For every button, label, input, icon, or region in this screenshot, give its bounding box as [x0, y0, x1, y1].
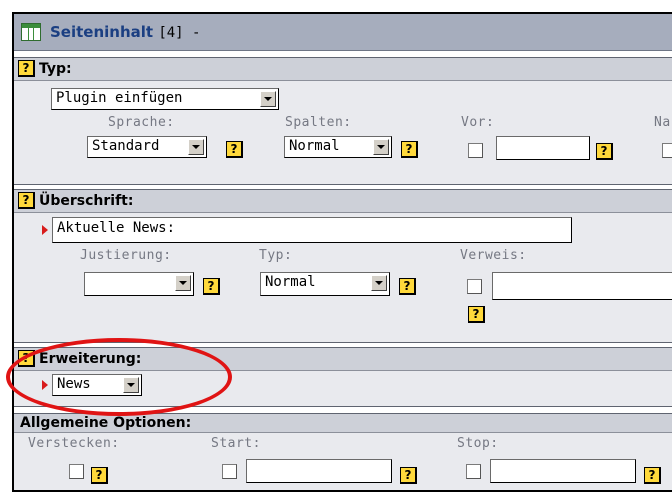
- verstecken-checkbox[interactable]: [69, 464, 84, 479]
- spalten-select[interactable]: Normal: [284, 136, 392, 158]
- content-type-value: Plugin einfügen: [56, 90, 183, 106]
- allgemeine-section-body: Verstecken: Start: Stop: ? ? ?: [14, 433, 672, 490]
- vor-label: Vor:: [461, 115, 495, 130]
- headline-input[interactable]: Aktuelle News:: [52, 217, 572, 243]
- help-icon[interactable]: ?: [91, 467, 108, 484]
- erweiterung-value: News: [57, 376, 91, 392]
- start-input[interactable]: [246, 459, 392, 483]
- page-title-link[interactable]: Seiteninhalt: [50, 23, 153, 41]
- chevron-down-icon[interactable]: [260, 91, 276, 107]
- typ-section-title: Typ:: [39, 61, 72, 77]
- sprache-value: Standard: [92, 138, 160, 154]
- ueberschrift-typ-select[interactable]: Normal: [260, 272, 390, 296]
- spalten-value: Normal: [289, 138, 340, 154]
- content-frame: Seiteninhalt [4] - ? Typ: Plugin einfüge…: [12, 12, 672, 492]
- verweis-checkbox[interactable]: [467, 279, 482, 294]
- help-icon[interactable]: ?: [18, 192, 35, 209]
- ueberschrift-typ-value: Normal: [265, 274, 316, 290]
- ueberschrift-section-title: Überschrift:: [39, 193, 134, 209]
- justierung-select[interactable]: [84, 272, 194, 296]
- chevron-down-icon[interactable]: [123, 377, 139, 393]
- allgemeine-section-bar: Allgemeine Optionen:: [14, 413, 672, 433]
- chevron-down-icon[interactable]: [371, 275, 387, 291]
- help-icon[interactable]: ?: [468, 306, 485, 323]
- na-label: Na: [654, 115, 671, 130]
- spalten-label: Spalten:: [285, 115, 352, 130]
- chevron-down-icon[interactable]: [373, 139, 389, 155]
- typ-section-body: Plugin einfügen Sprache: Spalten: Vor: N…: [14, 81, 672, 185]
- erweiterung-section-bar: ? Erweiterung:: [14, 347, 672, 371]
- allgemeine-section-title: Allgemeine Optionen:: [20, 415, 192, 431]
- chevron-down-icon[interactable]: [175, 275, 191, 291]
- typ-section-bar: ? Typ:: [14, 57, 672, 81]
- sprache-label: Sprache:: [108, 115, 175, 130]
- justierung-label: Justierung:: [80, 248, 172, 263]
- help-icon[interactable]: ?: [644, 467, 661, 484]
- ueberschrift-section-body: Aktuelle News: Justierung: Typ: Verweis:…: [14, 213, 672, 343]
- table-icon: [21, 23, 41, 41]
- page-title: Seiteninhalt [4] -: [50, 23, 200, 41]
- verweis-input[interactable]: [492, 272, 672, 300]
- sprache-select[interactable]: Standard: [87, 136, 207, 158]
- help-icon[interactable]: ?: [596, 143, 613, 160]
- chevron-down-icon[interactable]: [188, 139, 204, 155]
- stop-input[interactable]: [490, 459, 636, 483]
- stop-label: Stop:: [457, 436, 499, 451]
- start-label: Start:: [211, 436, 261, 451]
- stop-checkbox[interactable]: [466, 464, 481, 479]
- required-arrow-icon: [42, 225, 48, 235]
- erweiterung-select[interactable]: News: [52, 374, 142, 396]
- ueberschrift-typ-label: Typ:: [259, 248, 293, 263]
- content-type-select[interactable]: Plugin einfügen: [51, 88, 279, 110]
- help-icon[interactable]: ?: [226, 141, 243, 158]
- ueberschrift-section-bar: ? Überschrift:: [14, 189, 672, 213]
- verweis-label: Verweis:: [460, 248, 527, 263]
- help-icon[interactable]: ?: [203, 278, 220, 295]
- required-arrow-icon: [42, 380, 48, 390]
- help-icon[interactable]: ?: [18, 350, 35, 367]
- vor-input[interactable]: [496, 136, 590, 160]
- verstecken-label: Verstecken:: [28, 436, 120, 451]
- vor-checkbox[interactable]: [468, 143, 483, 158]
- help-icon[interactable]: ?: [399, 278, 416, 295]
- help-icon[interactable]: ?: [400, 467, 417, 484]
- help-icon[interactable]: ?: [18, 60, 35, 77]
- erweiterung-section-body: News: [14, 371, 672, 407]
- page-title-suffix: [4] -: [158, 25, 201, 41]
- erweiterung-section-title: Erweiterung:: [39, 351, 142, 367]
- help-icon[interactable]: ?: [401, 141, 418, 158]
- na-checkbox[interactable]: [662, 143, 672, 158]
- start-checkbox[interactable]: [222, 464, 237, 479]
- page-header: Seiteninhalt [4] -: [14, 14, 672, 51]
